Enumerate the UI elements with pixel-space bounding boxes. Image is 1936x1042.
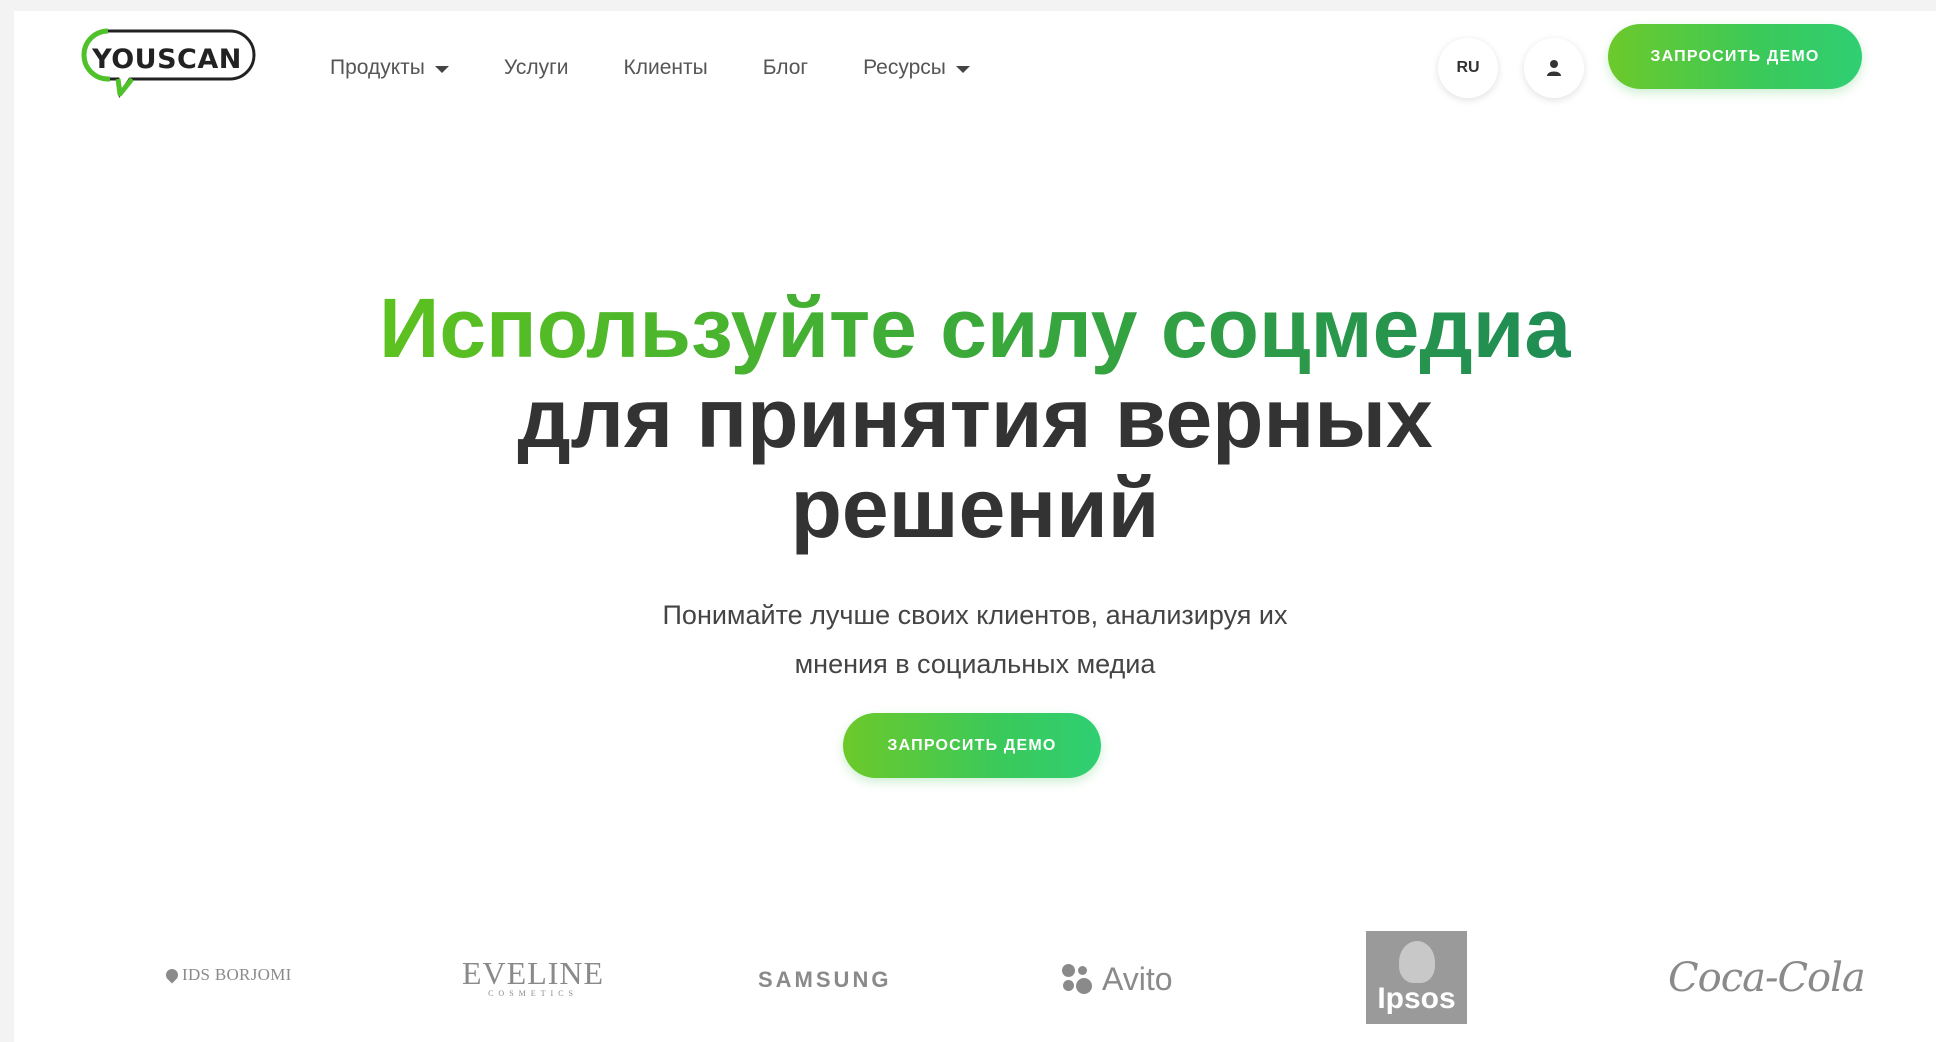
user-account-button[interactable] (1524, 38, 1584, 98)
hero-subtitle-line2: мнения в социальных медиа (794, 649, 1156, 679)
borjomi-logo: IDS BORJOMI (163, 965, 292, 985)
hero-subtitle-line1: Понимайте лучше своих клиентов, анализир… (662, 600, 1288, 630)
hero-title-rest: для принятия верных решений (517, 371, 1433, 555)
main-nav: Продукты Услуги Клиенты Блог Ресурсы (330, 43, 1025, 93)
nav-resources-label: Ресурсы (863, 56, 946, 79)
caret-down-icon (955, 66, 970, 73)
youscan-logo[interactable]: YOUSCAN (80, 28, 270, 99)
avito-dots-icon (1062, 963, 1094, 996)
nav-services[interactable]: Услуги (504, 56, 569, 80)
nav-clients-label: Клиенты (623, 56, 708, 79)
hero-title-highlight: Используйте силу соцмедиа (378, 281, 1572, 375)
client-logos: IDS BORJOMI EVELINE COSMETICS SAMSUNG Av… (14, 931, 1936, 1031)
drop-icon (163, 966, 181, 984)
eveline-logo-text: EVELINE (462, 955, 605, 991)
eveline-logo-subtext: COSMETICS (488, 989, 578, 998)
logo-text: YOUSCAN (92, 44, 242, 75)
nav-services-label: Услуги (503, 56, 569, 79)
hero-title: Используйте силу соцмедиа для принятия в… (14, 283, 1936, 553)
ipsos-logo-text: Ipsos (1377, 982, 1456, 1015)
hero-subtitle: Понимайте лучше своих клиентов, анализир… (14, 591, 1936, 689)
request-demo-header-button[interactable]: ЗАПРОСИТЬ ДЕМО (1608, 24, 1862, 89)
nav-products[interactable]: Продукты (330, 56, 449, 80)
nav-blog-label: Блог (762, 56, 809, 79)
nav-blog[interactable]: Блог (763, 56, 808, 80)
nav-products-label: Продукты (330, 56, 425, 79)
ipsos-logo: Ipsos (1366, 931, 1467, 1024)
request-demo-hero-button[interactable]: ЗАПРОСИТЬ ДЕМО (843, 713, 1101, 778)
eveline-logo: EVELINE COSMETICS (462, 957, 604, 998)
nav-clients[interactable]: Клиенты (623, 56, 707, 80)
samsung-logo: SAMSUNG (758, 967, 892, 992)
nav-resources[interactable]: Ресурсы (863, 56, 970, 80)
avito-logo-text: Avito (1102, 961, 1173, 997)
caret-down-icon (434, 66, 449, 73)
avito-logo: Avito (1062, 961, 1173, 998)
face-silhouette-icon (1399, 941, 1435, 983)
page: YOUSCAN Продукты Услуги Клиенты Блог Рес… (14, 11, 1936, 1042)
borjomi-logo-text: IDS BORJOMI (182, 965, 292, 984)
cocacola-logo: Coca-Cola (1668, 955, 1866, 1001)
language-button[interactable]: RU (1438, 38, 1498, 98)
user-icon (1547, 60, 1561, 76)
